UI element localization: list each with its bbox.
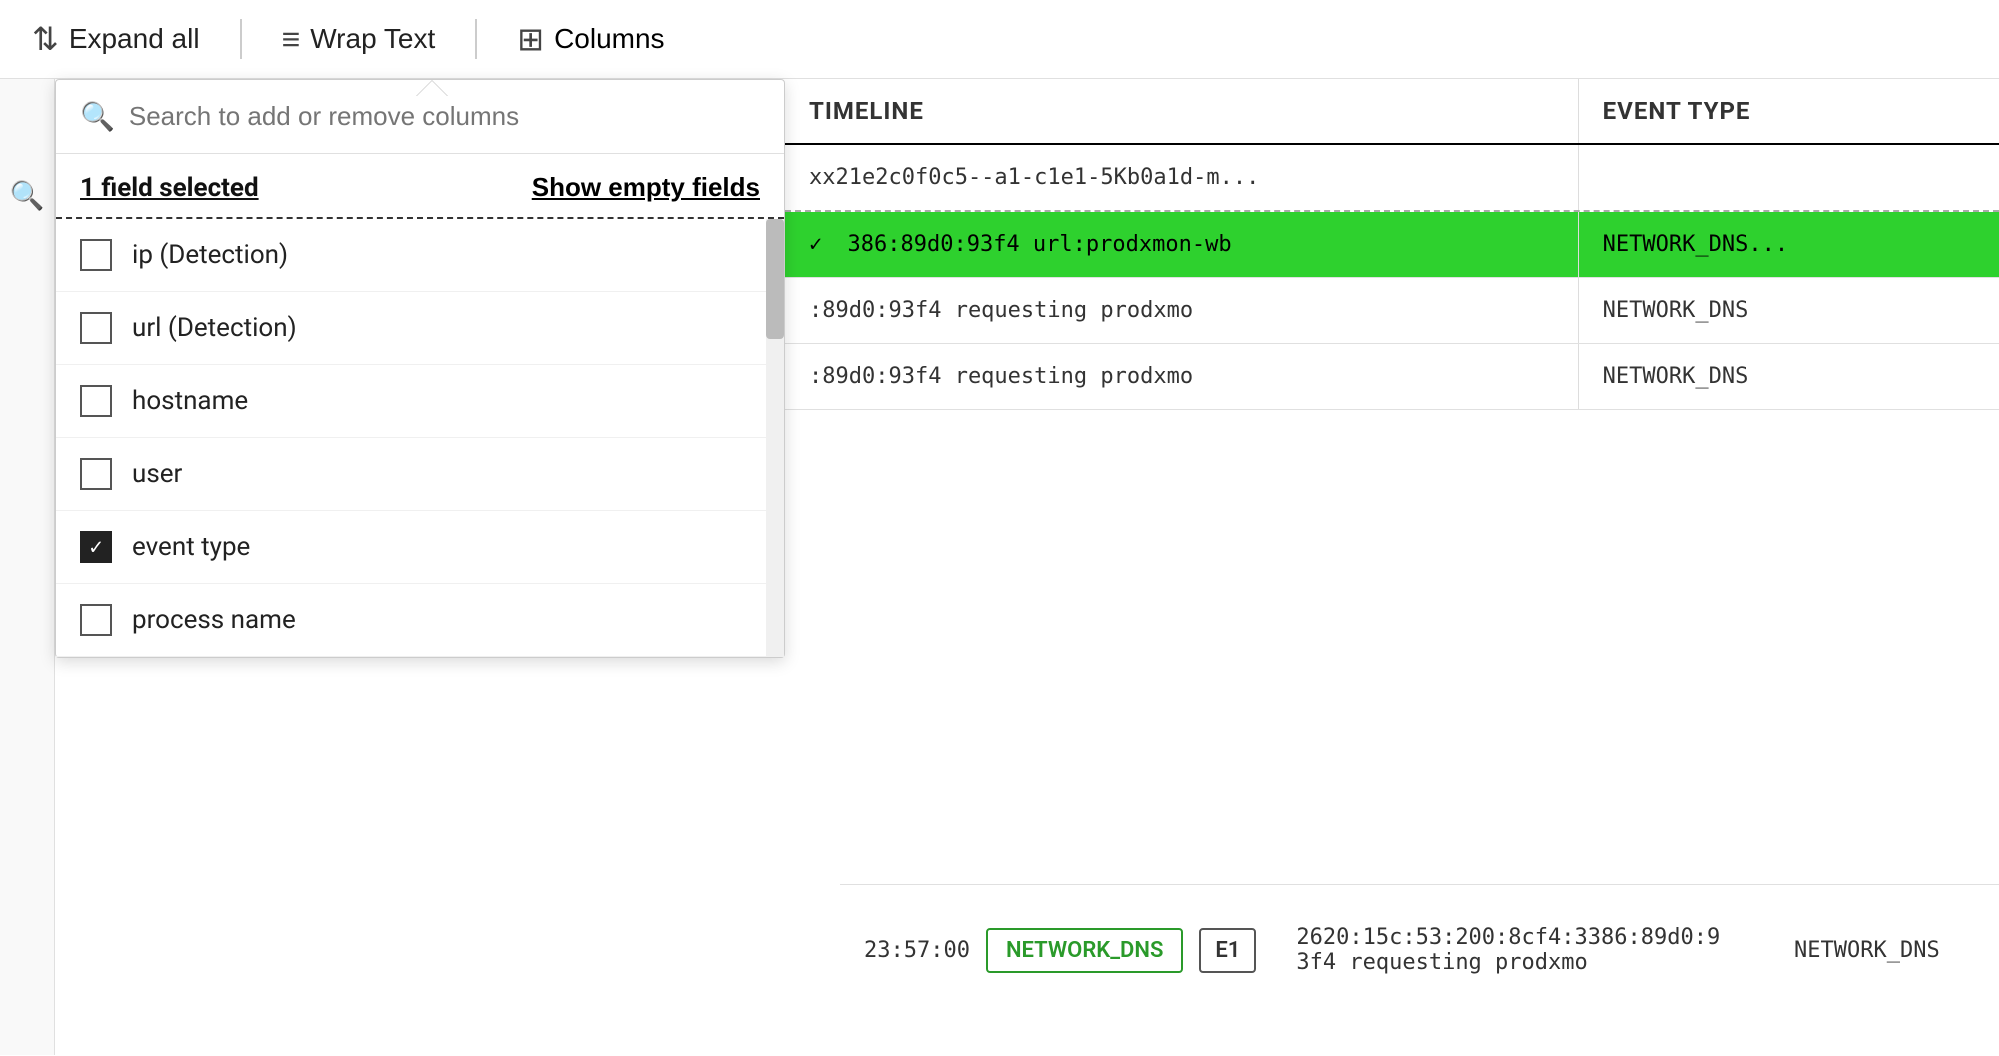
field-item-ip[interactable]: ip (Detection) (56, 219, 784, 292)
expand-all-label: Expand all (69, 23, 200, 55)
expand-all-button[interactable]: ⇅ Expand all (24, 16, 208, 62)
cell-timeline-3: :89d0:93f4 requesting prodxmo (785, 278, 1578, 343)
table-row-highlighted[interactable]: ✓ 386:89d0:93f4 url:prodxmon-wb NETWORK_… (785, 212, 1999, 278)
field-item-event-type[interactable]: event type (56, 511, 784, 584)
columns-button[interactable]: ⊞ Columns (509, 16, 672, 62)
checkbox-event-type[interactable] (80, 531, 112, 563)
table-row: :89d0:93f4 requesting prodxmo NETWORK_DN… (785, 344, 1999, 410)
search-icon: 🔍 (80, 100, 115, 133)
search-input[interactable] (129, 101, 760, 132)
checkbox-ip[interactable] (80, 239, 112, 271)
field-label-hostname: hostname (132, 386, 248, 416)
cell-timeline-4: :89d0:93f4 requesting prodxmo (785, 344, 1578, 409)
checkbox-process-name[interactable] (80, 604, 112, 636)
wrap-text-label: Wrap Text (310, 23, 435, 55)
field-item-user[interactable]: user (56, 438, 784, 511)
table-header: TIMELINE EVENT TYPE (785, 79, 1999, 145)
field-header: 1 field selected Show empty fields (56, 154, 784, 219)
field-label-process-name: process name (132, 605, 296, 635)
table-row: xx21e2c0f0c5--a1-c1e1-5Kb0a1d-m... (785, 145, 1999, 212)
field-item-hostname[interactable]: hostname (56, 365, 784, 438)
main-content: 🔍 🔍 1 field selected Show empty fields i… (0, 79, 1999, 1055)
cell-event-type-1 (1578, 145, 1999, 210)
checkbox-url[interactable] (80, 312, 112, 344)
checkmark-icon: ✓ (809, 232, 822, 257)
left-search-icon[interactable]: 🔍 (10, 179, 45, 212)
toolbar: ⇅ Expand all ≡ Wrap Text ⊞ Columns (0, 0, 1999, 79)
wrap-text-icon: ≡ (282, 21, 301, 58)
scrollbar-thumb[interactable] (766, 219, 784, 339)
scrollbar-track[interactable] (766, 219, 784, 657)
expand-all-icon: ⇅ (32, 20, 59, 58)
cell-event-type-2: NETWORK_DNS... (1578, 212, 1999, 277)
toolbar-separator-2 (475, 19, 477, 59)
columns-dropdown: 🔍 1 field selected Show empty fields ip … (55, 79, 785, 658)
field-list: ip (Detection) url (Detection) hostname … (56, 219, 784, 657)
bottom-timeline-text: 2620:15c:53:200:8cf4:3386:89d0:93f4 requ… (1272, 905, 1754, 995)
columns-icon: ⊞ (517, 20, 544, 58)
cell-event-type-4: NETWORK_DNS (1578, 344, 1999, 409)
field-label-ip: ip (Detection) (132, 240, 288, 270)
table-row: :89d0:93f4 requesting prodxmo NETWORK_DN… (785, 278, 1999, 344)
badge-e1[interactable]: E1 (1199, 928, 1256, 973)
field-selected-label: 1 field selected (80, 173, 259, 203)
field-label-event-type: event type (132, 532, 250, 562)
checkbox-user[interactable] (80, 458, 112, 490)
field-label-user: user (132, 459, 182, 489)
col-header-event-type: EVENT TYPE (1578, 79, 1999, 143)
timestamp: 23:57:00 (864, 938, 970, 963)
table-body: xx21e2c0f0c5--a1-c1e1-5Kb0a1d-m... ✓ 386… (785, 145, 1999, 410)
field-label-url: url (Detection) (132, 313, 297, 343)
checkbox-hostname[interactable] (80, 385, 112, 417)
wrap-text-button[interactable]: ≡ Wrap Text (274, 17, 444, 62)
show-empty-fields-button[interactable]: Show empty fields (532, 172, 760, 203)
bottom-event-type: NETWORK_DNS (1770, 918, 1999, 983)
field-item-url[interactable]: url (Detection) (56, 292, 784, 365)
columns-label: Columns (554, 23, 664, 55)
bottom-bar: 23:57:00 NETWORK_DNS E1 2620:15c:53:200:… (840, 884, 1999, 1015)
field-item-process-name[interactable]: process name (56, 584, 784, 657)
badge-network-dns[interactable]: NETWORK_DNS (986, 928, 1183, 973)
table-area: TIMELINE EVENT TYPE xx21e2c0f0c5--a1-c1e… (785, 79, 1999, 1055)
left-strip: 🔍 (0, 79, 55, 1055)
cell-timeline-2: ✓ 386:89d0:93f4 url:prodxmon-wb (785, 212, 1578, 277)
toolbar-separator-1 (240, 19, 242, 59)
cell-timeline-1: xx21e2c0f0c5--a1-c1e1-5Kb0a1d-m... (785, 145, 1578, 210)
search-row: 🔍 (56, 80, 784, 154)
cell-event-type-3: NETWORK_DNS (1578, 278, 1999, 343)
col-header-timeline: TIMELINE (785, 79, 1578, 143)
